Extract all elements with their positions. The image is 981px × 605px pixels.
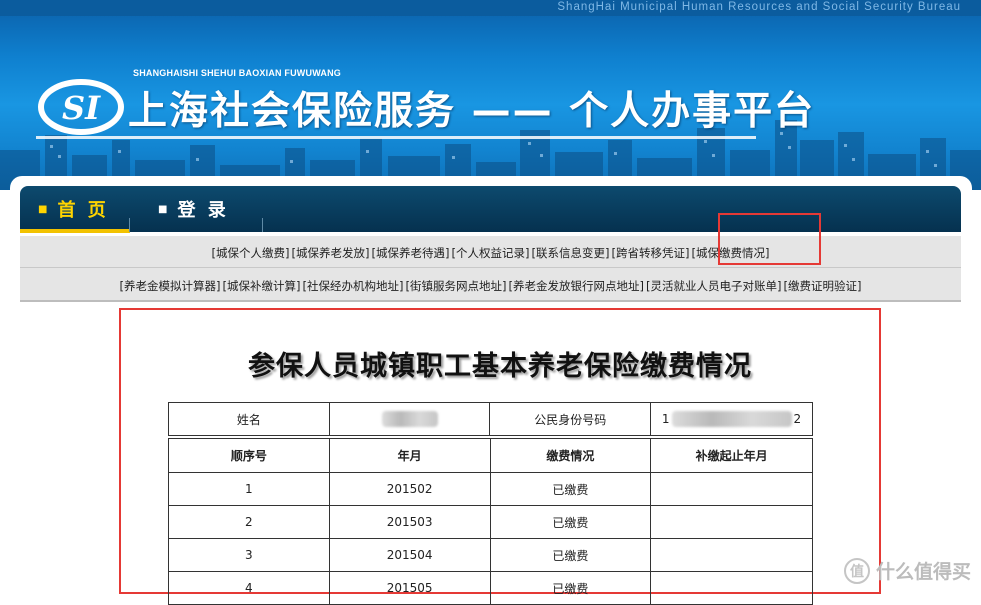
submenu-link-agency-address[interactable]: [社保经办机构地址] [303,278,404,294]
submenu-link-personal-payment[interactable]: [城保个人缴费] [212,245,290,261]
name-value-redacted [328,402,491,436]
table-row: 1 201502 已缴费 [168,472,813,506]
table-cell: 4 [168,571,330,605]
person-info-table: 姓名 公民身份号码 1 2 [168,402,813,436]
annotation-highlight-box [718,213,821,265]
submenu-link-pension-issuance[interactable]: [城保养老发放] [292,245,370,261]
si-logo: SI [38,79,124,135]
redaction-blur [671,411,792,427]
submenu-row-2: [养老金模拟计算器] [城保补缴计算] [社保经办机构地址] [街镇服务网点地址… [20,268,961,302]
submenu-link-bank-outlets[interactable]: [养老金发放银行网点地址] [508,278,643,294]
table-cell [650,538,813,572]
name-label: 姓名 [168,402,330,436]
bureau-name: ShangHai Municipal Human Resources and S… [557,1,961,13]
nav-divider [262,218,263,232]
table-cell: 201503 [328,505,491,539]
id-last-char: 2 [793,412,802,426]
column-header: 补缴起止年月 [650,438,813,473]
table-cell: 201505 [328,571,491,605]
submenu-link-rights-record[interactable]: [个人权益记录] [452,245,530,261]
column-header: 缴费情况 [489,438,652,473]
table-cell: 已缴费 [489,571,652,605]
payment-table: 顺序号 年月 缴费情况 补缴起止年月 1 201502 已缴费 2 201503… [168,438,813,605]
table-cell [650,571,813,605]
bullet-icon: ■ [158,203,168,215]
table-cell [650,472,813,506]
table-row: 2 201503 已缴费 [168,505,813,539]
table-cell: 2 [168,505,330,539]
nav-active-indicator [20,229,130,233]
table-row: 姓名 公民身份号码 1 2 [168,402,813,436]
redaction-blur [381,411,438,427]
table-row: 3 201504 已缴费 [168,538,813,572]
table-cell: 已缴费 [489,505,652,539]
submenu-link-backpay-calculation[interactable]: [城保补缴计算] [223,278,301,294]
site-pinyin: SHANGHAISHI SHEHUI BAOXIAN FUWUWANG [133,68,342,78]
submenu-link-pension-calculator[interactable]: [养老金模拟计算器] [120,278,221,294]
bullet-icon: ■ [38,203,48,215]
table-cell: 已缴费 [489,472,652,506]
submenu-link-contact-change[interactable]: [联系信息变更] [531,245,609,261]
table-cell: 201504 [328,538,491,572]
submenu-link-transfer-voucher[interactable]: [跨省转移凭证] [611,245,689,261]
submenu-link-service-outlets[interactable]: [街镇服务网点地址] [406,278,507,294]
nav-home[interactable]: ■ 首 页 [20,186,130,232]
id-first-char: 1 [661,412,670,426]
site-title: 上海社会保险服务 —— 个人办事平台 [128,89,816,134]
id-value-redacted: 1 2 [650,402,813,436]
nav-login-label: 登 录 [177,200,229,221]
table-cell: 3 [168,538,330,572]
nav-login[interactable]: ■ 登 录 [158,186,229,232]
nav-home-label: 首 页 [57,200,109,221]
column-header: 顺序号 [168,438,330,473]
watermark-text: 什么值得买 [875,561,971,583]
header-banner: ShangHai Municipal Human Resources and S… [0,0,981,190]
table-cell: 1 [168,472,330,506]
submenu-link-e-statement[interactable]: [灵活就业人员电子对账单] [646,278,781,294]
watermark-logo-icon: 值 [843,557,870,584]
page-title: 参保人员城镇职工基本养老保险缴费情况 [248,351,752,382]
title-underline [36,136,756,139]
table-cell: 201502 [328,472,491,506]
column-header: 年月 [328,438,491,473]
submenu-link-pension-benefits[interactable]: [城保养老待遇] [372,245,450,261]
table-cell [650,505,813,539]
table-header-row: 顺序号 年月 缴费情况 补缴起止年月 [168,438,813,473]
table-cell: 已缴费 [489,538,652,572]
table-row: 4 201505 已缴费 [168,571,813,605]
svg-text:SI: SI [62,89,101,127]
watermark: 值 什么值得买 [843,557,971,584]
submenu-link-certificate-verify[interactable]: [缴费证明验证] [783,278,861,294]
id-label: 公民身份号码 [489,402,652,436]
nav-divider [129,218,130,232]
